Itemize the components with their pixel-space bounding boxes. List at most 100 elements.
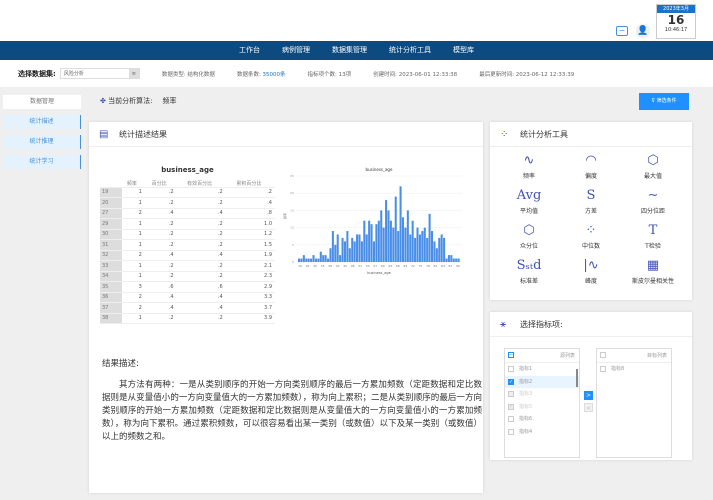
table-cell: .6 — [176, 281, 226, 293]
tool-scatter[interactable]: ⁘ 中位数 — [560, 221, 622, 250]
table-cell: .2 — [176, 218, 226, 230]
histogram-bar — [368, 220, 371, 262]
scrollbar[interactable] — [576, 369, 578, 387]
grid-icon: ▦ — [646, 258, 660, 273]
tool-gauge[interactable]: ◠ 偏度 — [560, 151, 622, 180]
table-cell: .4 — [144, 250, 177, 261]
table-cell: 19 — [100, 187, 122, 198]
select-all-checkbox[interactable]: − — [508, 352, 514, 358]
tool-kurtosis[interactable]: |∿ 峰度 — [560, 256, 622, 285]
calendar-day: 16 — [667, 13, 685, 27]
histogram-bar — [329, 248, 332, 262]
result-title: 统计描述结果 — [119, 130, 167, 139]
nav-models[interactable]: 模型库 — [442, 41, 485, 60]
sidebar-item-descriptive[interactable]: 统计描述 — [3, 115, 81, 129]
y-tick-label: 5 — [292, 243, 294, 247]
table-cell: 1.2 — [225, 229, 275, 240]
tool-avg[interactable]: Avg 平均值 — [498, 186, 560, 215]
tool-variance[interactable]: S 方差 — [560, 186, 622, 215]
histogram-bar — [298, 258, 301, 262]
tool-label: 最大值 — [643, 173, 662, 180]
histogram-bar — [418, 234, 421, 262]
list-item[interactable]: 指标4 — [505, 426, 579, 439]
histogram-bar — [443, 237, 446, 262]
histogram-bar — [389, 220, 392, 262]
table-cell: 1 — [122, 197, 145, 209]
list-item[interactable]: 指标6 — [505, 413, 579, 426]
dataset-label: 选择数据集: — [18, 69, 56, 78]
histogram-bar — [414, 237, 417, 262]
sidebar-item-inference[interactable]: 统计推理 — [3, 135, 81, 149]
table-row: 30 1.2.2 1.2 — [100, 229, 275, 240]
tool-hexagon[interactable]: ⬡ 最大值 — [622, 151, 684, 180]
source-title: 源列表 — [559, 353, 575, 359]
nav-stats-tools[interactable]: 统计分析工具 — [378, 41, 442, 60]
table-row: 32 2.4.4 1.9 — [100, 250, 275, 261]
user-avatar[interactable]: 👤 — [636, 24, 650, 38]
histogram-bar — [322, 255, 325, 262]
tool-grid[interactable]: ▦ 斯皮尔曼相关性 — [622, 256, 684, 285]
table-cell: 1 — [122, 218, 145, 230]
table-cell: .2 — [176, 187, 226, 198]
dataset-select[interactable]: 风险分析 ≡ — [59, 68, 140, 79]
table-cell: .2 — [176, 229, 226, 240]
tool-std[interactable]: Sₛₜd 标准差 — [498, 256, 560, 285]
table-cell: 38 — [100, 313, 122, 324]
list-item[interactable]: ✓ 指标2 — [505, 375, 579, 388]
scatter-icon: ⁘ — [585, 223, 597, 238]
histogram-bar — [397, 231, 400, 262]
histogram-bar — [343, 241, 346, 262]
list-icon[interactable]: ≡ — [128, 69, 139, 78]
select-all-checkbox[interactable] — [600, 352, 606, 358]
sidebar-item-data-management[interactable]: 数据管理 — [3, 95, 81, 109]
list-item: 指标3 — [505, 388, 579, 401]
list-item[interactable]: 指标1 — [505, 363, 579, 376]
histogram-bar — [327, 258, 330, 262]
x-tick-label: 87 — [449, 264, 453, 268]
y-tick-label: 0 — [292, 260, 294, 264]
table-cell: 2 — [122, 250, 145, 261]
table-row: 27 2.4.4.8 — [100, 208, 275, 219]
histogram-bar — [307, 258, 310, 262]
histogram-bar — [457, 258, 460, 262]
checkbox[interactable] — [508, 428, 514, 435]
table-cell: .2 — [144, 271, 177, 282]
histogram-bar — [455, 258, 458, 262]
tool-label: 频率 — [522, 173, 535, 180]
checkbox[interactable] — [508, 416, 514, 422]
checkbox[interactable]: ✓ — [508, 378, 514, 385]
x-tick-label: 48 — [351, 264, 355, 268]
tool-hexagon-chart[interactable]: ⬡ 众分位 — [498, 221, 560, 250]
tool-wave[interactable]: ∼ 四分位距 — [622, 186, 684, 215]
checkbox: ✓ — [508, 403, 514, 410]
histogram-bar — [426, 237, 429, 262]
nav-cases[interactable]: 病例管理 — [271, 41, 321, 60]
checkbox[interactable] — [600, 366, 606, 372]
tool-pulse[interactable]: ∿ 频率 — [498, 151, 560, 180]
algorithm-icon: ✤ — [100, 97, 106, 105]
table-cell: .2 — [144, 313, 177, 324]
nav-workbench[interactable]: 工作台 — [228, 41, 271, 60]
target-list: 目标列表 指标8 — [596, 348, 672, 458]
filter-button[interactable]: ⊽ 筛选条件 — [639, 93, 689, 110]
move-left-button[interactable]: < — [584, 403, 593, 412]
list-item[interactable]: 指标8 — [597, 363, 671, 376]
table-cell: 1 — [122, 187, 145, 198]
table-cell: 1 — [122, 229, 145, 240]
tool-label: 众分位 — [519, 243, 538, 250]
histogram-bar — [372, 241, 376, 262]
sidebar-item-learning[interactable]: 统计学习 — [3, 155, 81, 169]
gauge-icon: ◠ — [585, 153, 597, 168]
move-right-button[interactable]: > — [584, 391, 593, 400]
table-cell: 2 — [122, 302, 145, 314]
checkbox[interactable] — [508, 366, 514, 372]
x-tick-label: 51 — [358, 264, 362, 268]
histogram-bar — [339, 255, 342, 262]
histogram-bar — [358, 234, 361, 262]
tool-t-test[interactable]: T T检验 — [622, 221, 684, 250]
message-icon[interactable]: − — [616, 26, 628, 36]
table-cell: 33 — [100, 260, 122, 272]
pulse-icon: ∿ — [523, 153, 535, 168]
apps-icon: ⁘ — [500, 129, 509, 140]
nav-datasets[interactable]: 数据集管理 — [321, 41, 378, 60]
